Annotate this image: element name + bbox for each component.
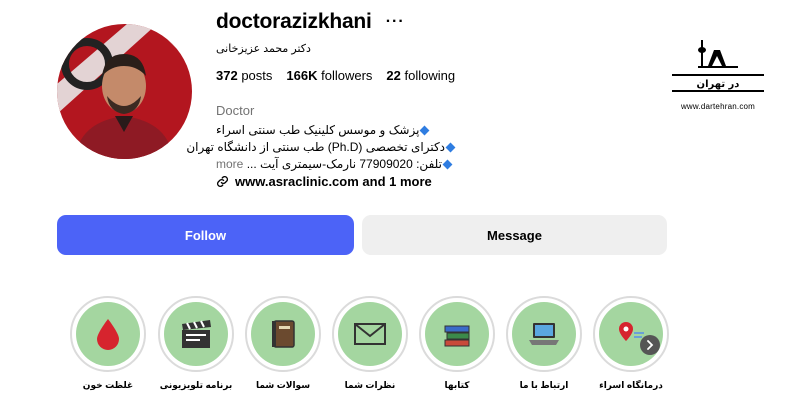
profile-category: Doctor (216, 103, 255, 118)
books-icon (444, 325, 470, 347)
chevron-right-icon (647, 340, 654, 350)
profile-stats: 372 posts 166K followers 22 following (216, 68, 455, 83)
bio-line-2: دکترای تخصصی (Ph.D) طب سنتی از دانشگاه ت… (186, 139, 456, 156)
username: doctorazizkhani (216, 10, 372, 33)
highlight-books[interactable] (419, 296, 495, 372)
highlight-blood[interactable] (70, 296, 146, 372)
profile-avatar[interactable] (57, 24, 192, 159)
more-options-icon[interactable]: ··· (386, 13, 405, 31)
blue-diamond-icon (445, 142, 456, 153)
followers-label: followers (321, 68, 373, 83)
highlight-cover (338, 302, 402, 366)
following-count: 22 (386, 68, 401, 83)
username-row: doctorazizkhani ··· (216, 10, 405, 34)
external-link[interactable]: www.asraclinic.com and 1 more (216, 174, 432, 189)
highlight-contact[interactable] (506, 296, 582, 372)
highlight-cover (599, 302, 663, 366)
bio-ellipsis: ... (246, 157, 257, 171)
highlight-clinic[interactable] (593, 296, 669, 372)
clapperboard-icon (182, 320, 211, 348)
bio-line-1-text: پزشک و موسس کلینیک طب سنتی اسراء (216, 123, 420, 137)
link-icon (216, 175, 229, 188)
blue-diamond-icon (442, 159, 453, 170)
full-name: دکتر محمد عزیزخانی (216, 43, 311, 55)
highlight-label: کتابها (444, 380, 470, 390)
highlight-tv[interactable] (158, 296, 234, 372)
posts-stat: 372 posts (216, 68, 272, 83)
followers-stat[interactable]: 166K followers (286, 68, 372, 83)
highlights-next-button[interactable] (640, 335, 660, 355)
highlight-label: برنامه تلویزیونی (159, 380, 233, 390)
followers-count: 166K (286, 68, 318, 83)
bio-line-3: تلفن: 77909020 نارمک-سیمتری آیت ... more (216, 156, 456, 173)
external-link-text: www.asraclinic.com and 1 more (235, 174, 432, 189)
posts-count: 372 (216, 68, 238, 83)
svg-text:در تهران: در تهران (697, 79, 740, 90)
profile-bio: پزشک و موسس کلینیک طب سنتی اسراء دکترای … (186, 122, 456, 173)
laptop-icon (529, 323, 559, 345)
highlight-label: نظرات شما (344, 380, 396, 390)
highlight-cover (164, 302, 228, 366)
highlight-label: سوالات شما (255, 380, 311, 390)
avatar-image (57, 24, 192, 159)
highlight-questions[interactable] (245, 296, 321, 372)
posts-label: posts (241, 68, 273, 83)
blood-drop-icon (97, 319, 119, 350)
bio-line-3-text: تلفن: 77909020 نارمک-سیمتری آیت (260, 157, 442, 171)
message-button[interactable]: Message (362, 215, 667, 255)
blue-diamond-icon (420, 125, 430, 136)
envelope-icon (354, 323, 386, 345)
highlight-comments[interactable] (332, 296, 408, 372)
following-label: following (404, 68, 456, 83)
highlight-label: غلظت خون (82, 380, 134, 390)
bio-line-1: پزشک و موسس کلینیک طب سنتی اسراء (216, 122, 456, 139)
following-stat[interactable]: 22 following (386, 68, 455, 83)
highlight-cover (251, 302, 315, 366)
watermark-url: www.dartehran.com (680, 102, 756, 111)
highlight-cover (425, 302, 489, 366)
bio-more-link[interactable]: more (216, 157, 243, 171)
highlight-cover (512, 302, 576, 366)
follow-button[interactable]: Follow (57, 215, 354, 255)
highlight-label: ارتباط با ما (519, 380, 569, 390)
highlight-label: درمانگاه اسراء (599, 380, 663, 390)
bio-line-2-text: دکترای تخصصی (Ph.D) طب سنتی از دانشگاه ت… (186, 140, 445, 154)
notebook-icon (272, 320, 295, 348)
highlight-cover (76, 302, 140, 366)
